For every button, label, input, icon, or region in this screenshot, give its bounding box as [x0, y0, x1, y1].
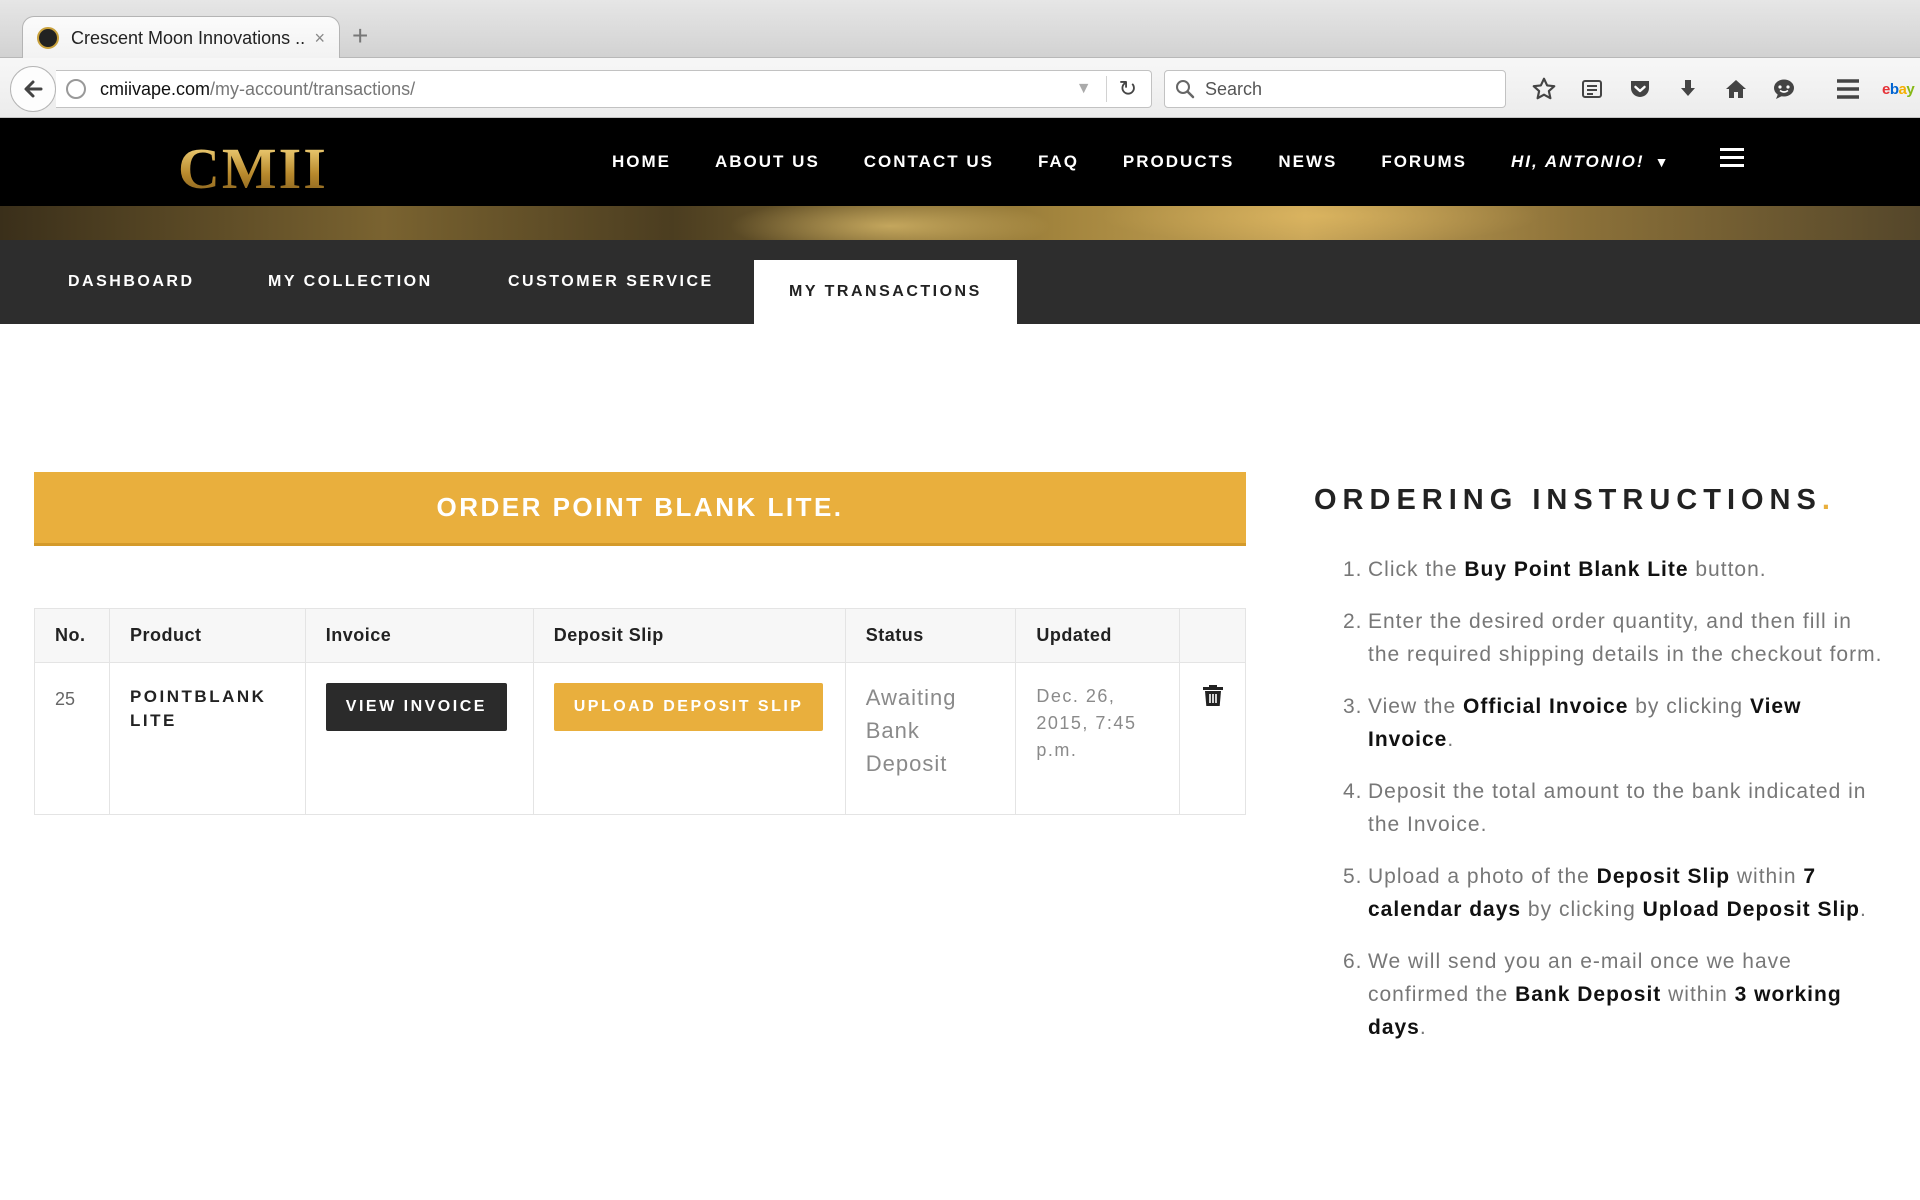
- instruction-step: 6. We will send you an e-mail once we hav…: [1343, 950, 1842, 1039]
- url-separator: [1105, 76, 1107, 102]
- nav-contact-us[interactable]: CONTACT US: [864, 152, 994, 172]
- account-tabs: DASHBOARD MY COLLECTION CUSTOMER SERVICE…: [0, 240, 1920, 324]
- order-point-blank-lite-button[interactable]: ORDER POINT BLANK LITE.: [34, 472, 1246, 546]
- view-invoice-button[interactable]: VIEW INVOICE: [325, 683, 507, 731]
- tab-customer-service[interactable]: CUSTOMER SERVICE: [508, 240, 714, 324]
- tab-my-transactions[interactable]: MY TRANSACTIONS: [754, 260, 1017, 324]
- cell-deposit-slip: UPLOAD DEPOSIT SLIP: [532, 662, 846, 815]
- product-name-line1: POINTBLANK: [129, 687, 267, 706]
- table-header-row: No. Product Invoice Deposit Slip Status …: [34, 608, 1247, 663]
- home-icon[interactable]: [1712, 72, 1760, 106]
- cell-actions: [1178, 662, 1247, 815]
- reading-list-icon[interactable]: [1568, 72, 1616, 106]
- ordering-instructions-title: ORDERING INSTRUCTIONS.: [1314, 484, 1836, 516]
- browser-toolbar: cmiivape.com/my-account/transactions/ ▼ …: [0, 58, 1920, 118]
- search-bar[interactable]: Search: [1164, 70, 1506, 108]
- status-line2: Bank: [865, 718, 920, 743]
- cell-order-no: 25: [34, 662, 110, 815]
- site-header: CMII HOME ABOUT US CONTACT US FAQ PRODUC…: [0, 118, 1920, 206]
- nav-forums[interactable]: FORUMS: [1381, 152, 1467, 172]
- instruction-step: 3. View the Official Invoice by clicking …: [1343, 695, 1802, 751]
- url-history-dropdown-icon[interactable]: ▼: [1076, 80, 1092, 98]
- pocket-icon[interactable]: [1616, 72, 1664, 106]
- product-name-line2: LITE: [129, 711, 177, 730]
- col-header-deposit-slip: Deposit Slip: [532, 608, 846, 663]
- instruction-step: 5. Upload a photo of the Deposit Slip wit…: [1343, 865, 1867, 921]
- tab-title: Crescent Moon Innovations ...: [71, 27, 305, 48]
- transactions-table: No. Product Invoice Deposit Slip Status …: [34, 608, 1247, 815]
- col-header-no: No.: [34, 608, 110, 663]
- user-menu[interactable]: HI, ANTONIO! ▼: [1511, 152, 1670, 172]
- url-path: /my-account/transactions/: [210, 78, 416, 99]
- url-bar[interactable]: cmiivape.com/my-account/transactions/ ▼ …: [56, 70, 1152, 108]
- browser-tab[interactable]: Crescent Moon Innovations ... ×: [22, 16, 340, 59]
- col-header-product: Product: [108, 608, 306, 663]
- close-tab-icon[interactable]: ×: [314, 28, 325, 49]
- updated-line2: 2015, 7:45: [1036, 713, 1137, 733]
- col-header-status: Status: [844, 608, 1017, 663]
- cell-invoice: VIEW INVOICE: [304, 662, 534, 815]
- back-button[interactable]: [10, 66, 56, 112]
- cell-updated: Dec. 26, 2015, 7:45 p.m.: [1015, 662, 1180, 815]
- col-header-actions: [1178, 608, 1247, 663]
- status-line3: Deposit: [865, 751, 948, 776]
- menu-icon[interactable]: [1824, 72, 1872, 106]
- nav-faq[interactable]: FAQ: [1038, 152, 1079, 172]
- cell-status: Awaiting Bank Deposit: [844, 662, 1017, 815]
- search-placeholder: Search: [1205, 78, 1263, 99]
- upload-deposit-slip-button[interactable]: UPLOAD DEPOSIT SLIP: [553, 683, 824, 731]
- download-icon[interactable]: [1664, 72, 1712, 106]
- title-accent-dot: .: [1821, 484, 1836, 516]
- tab-dashboard[interactable]: DASHBOARD: [68, 240, 195, 324]
- status-line1: Awaiting: [865, 685, 957, 710]
- browser-tab-bar: Crescent Moon Innovations ... × +: [0, 0, 1920, 59]
- col-header-updated: Updated: [1015, 608, 1180, 663]
- instruction-step: 1. Click the Buy Point Blank Lite button.: [1343, 558, 1767, 581]
- new-tab-button[interactable]: +: [352, 22, 368, 50]
- nav-home[interactable]: HOME: [612, 152, 671, 172]
- cmii-logo[interactable]: CMII: [178, 140, 328, 198]
- globe-icon: [66, 79, 86, 99]
- col-header-invoice: Invoice: [304, 608, 534, 663]
- instructions-list: 1. Click the Buy Point Blank Lite button.…: [1343, 553, 1884, 1063]
- star-icon[interactable]: [1520, 72, 1568, 106]
- ebay-icon[interactable]: ebay: [1882, 81, 1915, 98]
- instruction-step: 4. Deposit the total amount to the bank i…: [1343, 780, 1867, 836]
- instruction-step: 2. Enter the desired order quantity, and …: [1343, 610, 1883, 666]
- order-banner-label: ORDER POINT BLANK LITE.: [436, 492, 844, 522]
- user-greeting: HI, ANTONIO!: [1511, 152, 1645, 171]
- tab-my-collection[interactable]: MY COLLECTION: [268, 240, 433, 324]
- chat-icon[interactable]: [1760, 72, 1808, 106]
- main-nav: HOME ABOUT US CONTACT US FAQ PRODUCTS NE…: [590, 118, 1692, 206]
- nav-about-us[interactable]: ABOUT US: [715, 152, 820, 172]
- cell-product: POINTBLANK LITE: [108, 662, 306, 815]
- search-icon: [1176, 80, 1195, 99]
- caret-down-icon: ▼: [1654, 154, 1671, 170]
- url-domain: cmiivape.com: [100, 78, 211, 99]
- trash-icon[interactable]: [1202, 683, 1224, 712]
- reload-icon[interactable]: ↻: [1119, 76, 1137, 102]
- decorative-banner-image: [0, 206, 1920, 240]
- updated-line3: p.m.: [1036, 740, 1078, 760]
- url-text[interactable]: cmiivape.com/my-account/transactions/: [100, 79, 1076, 100]
- table-row: 25 POINTBLANK LITE VIEW INVOICE UPLOAD DE…: [34, 662, 1247, 815]
- updated-line1: Dec. 26,: [1036, 686, 1116, 706]
- nav-products[interactable]: PRODUCTS: [1123, 152, 1234, 172]
- hamburger-menu-icon[interactable]: [1720, 148, 1744, 172]
- toolbar-icons: ebay: [1520, 72, 1915, 106]
- site-favicon-icon: [37, 27, 59, 49]
- back-arrow-icon: [24, 80, 43, 98]
- nav-news[interactable]: NEWS: [1278, 152, 1337, 172]
